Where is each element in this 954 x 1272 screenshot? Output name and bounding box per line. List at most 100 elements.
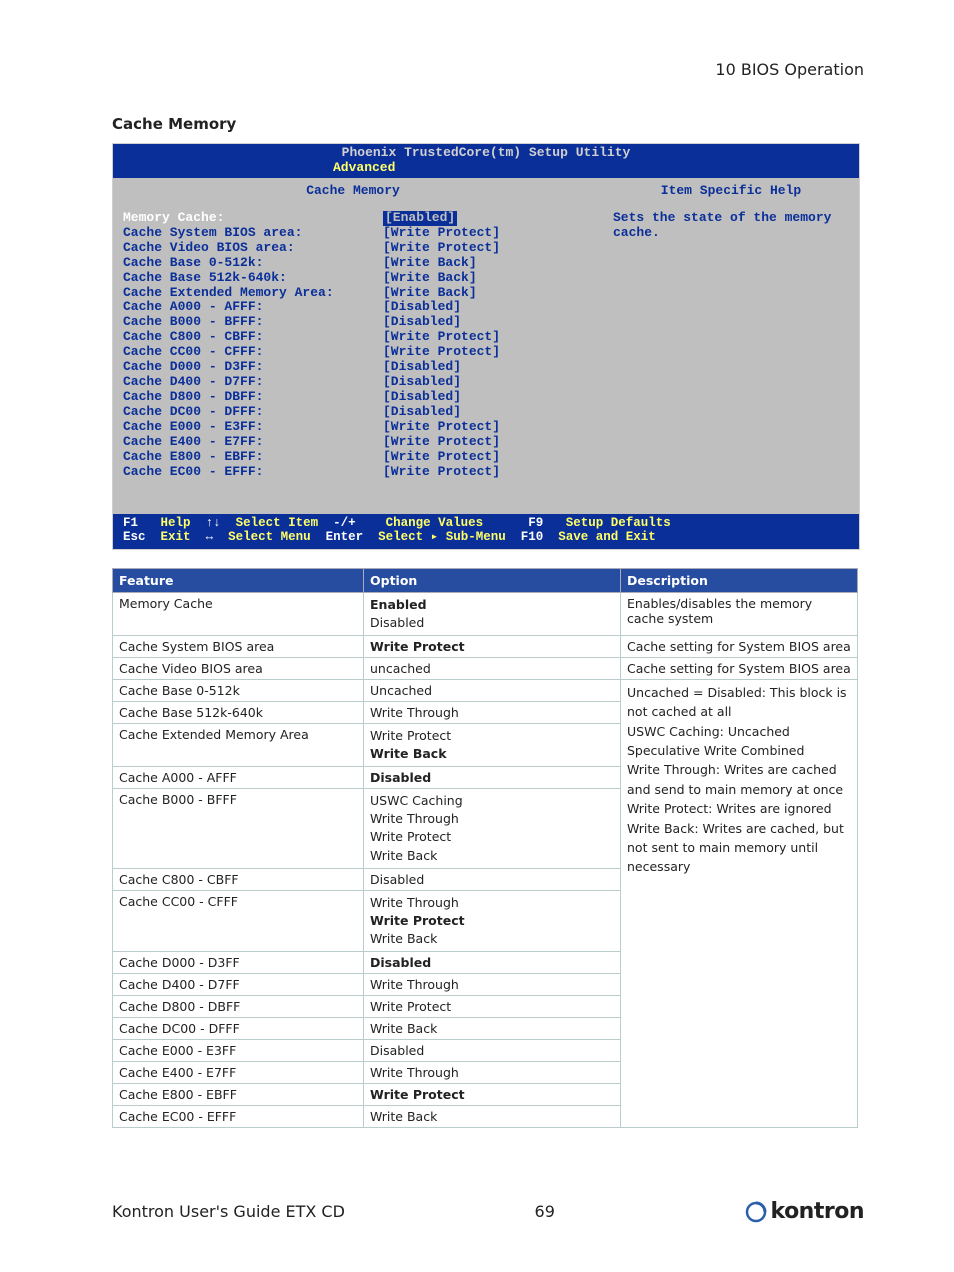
table-row: Cache E800 - EBFF bbox=[113, 1084, 364, 1106]
table-cell: EnabledDisabled bbox=[364, 592, 621, 635]
bios-row: Cache D800 - DBFF:[Disabled] bbox=[123, 390, 583, 405]
table-row: Cache D400 - D7FF bbox=[113, 974, 364, 996]
bios-row: Cache DC00 - DFFF:[Disabled] bbox=[123, 405, 583, 420]
bios-label: Cache CC00 - CFFF: bbox=[123, 345, 383, 360]
bios-row: Cache C800 - CBFF:[Write Protect] bbox=[123, 330, 583, 345]
table-row: Cache Extended Memory Area bbox=[113, 723, 364, 766]
bios-row: Cache Base 512k-640k:[Write Back] bbox=[123, 271, 583, 286]
bios-value[interactable]: [Write Protect] bbox=[383, 226, 500, 241]
bios-row: Memory Cache:[Enabled] bbox=[123, 211, 583, 226]
bios-row: Cache E400 - E7FF:[Write Protect] bbox=[123, 435, 583, 450]
table-cell: Cache setting for System BIOS area bbox=[621, 635, 858, 657]
bios-label: Cache System BIOS area: bbox=[123, 226, 383, 241]
table-cell: Write Back bbox=[364, 1018, 621, 1040]
bios-help-body: Sets the state of the memory cache. bbox=[613, 211, 849, 241]
bios-row: Cache D000 - D3FF:[Disabled] bbox=[123, 360, 583, 375]
table-row: Cache E400 - E7FF bbox=[113, 1062, 364, 1084]
table-cell: Write Through bbox=[364, 974, 621, 996]
bios-value[interactable]: [Write Protect] bbox=[383, 330, 500, 345]
table-row: Cache Video BIOS area bbox=[113, 657, 364, 679]
bios-label: Cache Video BIOS area: bbox=[123, 241, 383, 256]
bios-tab: Advanced bbox=[113, 161, 859, 178]
table-cell: Enables/disables the memory cache system bbox=[621, 592, 858, 635]
table-cell: Write Back bbox=[364, 1106, 621, 1128]
bios-row: Cache Base 0-512k:[Write Back] bbox=[123, 256, 583, 271]
table-cell: Disabled bbox=[364, 952, 621, 974]
bios-row: Cache CC00 - CFFF:[Write Protect] bbox=[123, 345, 583, 360]
bios-label: Cache E400 - E7FF: bbox=[123, 435, 383, 450]
bios-value[interactable]: [Write Back] bbox=[383, 256, 477, 271]
bios-label: Cache Extended Memory Area: bbox=[123, 286, 383, 301]
bios-row: Cache Video BIOS area:[Write Protect] bbox=[123, 241, 583, 256]
bios-title-bar: Phoenix TrustedCore(tm) Setup Utility bbox=[113, 144, 859, 161]
table-cell: Disabled bbox=[364, 868, 621, 890]
table-row: Cache Base 0-512k bbox=[113, 679, 364, 701]
bios-page-title: Cache Memory bbox=[123, 184, 583, 199]
table-description-merged: Uncached = Disabled: This block is not c… bbox=[621, 679, 858, 1127]
bios-row: Cache EC00 - EFFF:[Write Protect] bbox=[123, 465, 583, 480]
bios-value[interactable]: [Disabled] bbox=[383, 375, 461, 390]
table-row: Cache E000 - E3FF bbox=[113, 1040, 364, 1062]
bios-value[interactable]: [Disabled] bbox=[383, 405, 461, 420]
table-cell: USWC Caching Write Through Write Protect… bbox=[364, 789, 621, 869]
table-cell: Write Through bbox=[364, 701, 621, 723]
bios-label: Cache DC00 - DFFF: bbox=[123, 405, 383, 420]
bios-value[interactable]: [Disabled] bbox=[383, 300, 461, 315]
bios-value[interactable]: [Write Protect] bbox=[383, 450, 500, 465]
page-footer: Kontron User's Guide ETX CD 69 kontron bbox=[112, 1199, 864, 1224]
table-row: Cache DC00 - DFFF bbox=[113, 1018, 364, 1040]
table-row: Cache D000 - D3FF bbox=[113, 952, 364, 974]
bios-label: Cache EC00 - EFFF: bbox=[123, 465, 383, 480]
bios-value[interactable]: [Enabled] bbox=[383, 211, 457, 226]
bios-value[interactable]: [Write Protect] bbox=[383, 465, 500, 480]
table-row: Cache B000 - BFFF bbox=[113, 789, 364, 869]
bios-value[interactable]: [Disabled] bbox=[383, 360, 461, 375]
table-cell: Write Protect bbox=[364, 996, 621, 1018]
section-title: Cache Memory bbox=[112, 115, 864, 133]
bios-value[interactable]: [Write Protect] bbox=[383, 435, 500, 450]
table-cell: Disabled bbox=[364, 767, 621, 789]
bios-label: Cache E800 - EBFF: bbox=[123, 450, 383, 465]
bios-label: Cache D400 - D7FF: bbox=[123, 375, 383, 390]
table-cell: Cache setting for System BIOS area bbox=[621, 657, 858, 679]
bios-value[interactable]: [Write Back] bbox=[383, 271, 477, 286]
bios-row: Cache A000 - AFFF:[Disabled] bbox=[123, 300, 583, 315]
bios-row: Cache E000 - E3FF:[Write Protect] bbox=[123, 420, 583, 435]
bios-row: Cache System BIOS area:[Write Protect] bbox=[123, 226, 583, 241]
logo-icon bbox=[745, 1201, 767, 1223]
bios-value[interactable]: [Write Protect] bbox=[383, 420, 500, 435]
table-row: Cache CC00 - CFFF bbox=[113, 890, 364, 951]
bios-value[interactable]: [Write Back] bbox=[383, 286, 477, 301]
table-cell: Write Protect bbox=[364, 1084, 621, 1106]
chapter-heading: 10 BIOS Operation bbox=[112, 60, 864, 79]
bios-value[interactable]: [Write Protect] bbox=[383, 345, 500, 360]
bios-row: Cache B000 - BFFF:[Disabled] bbox=[123, 315, 583, 330]
th-feature: Feature bbox=[113, 568, 364, 592]
table-cell: uncached bbox=[364, 657, 621, 679]
bios-row: Cache D400 - D7FF:[Disabled] bbox=[123, 375, 583, 390]
bios-label: Cache Base 0-512k: bbox=[123, 256, 383, 271]
table-row: Cache System BIOS area bbox=[113, 635, 364, 657]
th-description: Description bbox=[621, 568, 858, 592]
bios-label: Cache A000 - AFFF: bbox=[123, 300, 383, 315]
table-cell: Write ThroughWrite ProtectWrite Back bbox=[364, 890, 621, 951]
bios-label: Cache D800 - DBFF: bbox=[123, 390, 383, 405]
table-row: Cache D800 - DBFF bbox=[113, 996, 364, 1018]
footer-left: Kontron User's Guide ETX CD bbox=[112, 1202, 345, 1221]
bios-value[interactable]: [Disabled] bbox=[383, 390, 461, 405]
bios-value[interactable]: [Disabled] bbox=[383, 315, 461, 330]
bios-help-title: Item Specific Help bbox=[613, 184, 849, 199]
table-row: Cache EC00 - EFFF bbox=[113, 1106, 364, 1128]
table-cell: Write ProtectWrite Back bbox=[364, 723, 621, 766]
table-row: Cache A000 - AFFF bbox=[113, 767, 364, 789]
bios-label: Memory Cache: bbox=[123, 211, 383, 226]
bios-footer: F1 Help ↑↓ Select Item -/+ Change Values… bbox=[113, 514, 859, 549]
table-cell: Write Through bbox=[364, 1062, 621, 1084]
bios-label: Cache C800 - CBFF: bbox=[123, 330, 383, 345]
bios-label: Cache D000 - D3FF: bbox=[123, 360, 383, 375]
bios-label: Cache E000 - E3FF: bbox=[123, 420, 383, 435]
bios-value[interactable]: [Write Protect] bbox=[383, 241, 500, 256]
table-row: Memory Cache bbox=[113, 592, 364, 635]
table-cell: Disabled bbox=[364, 1040, 621, 1062]
page-number: 69 bbox=[535, 1202, 555, 1221]
